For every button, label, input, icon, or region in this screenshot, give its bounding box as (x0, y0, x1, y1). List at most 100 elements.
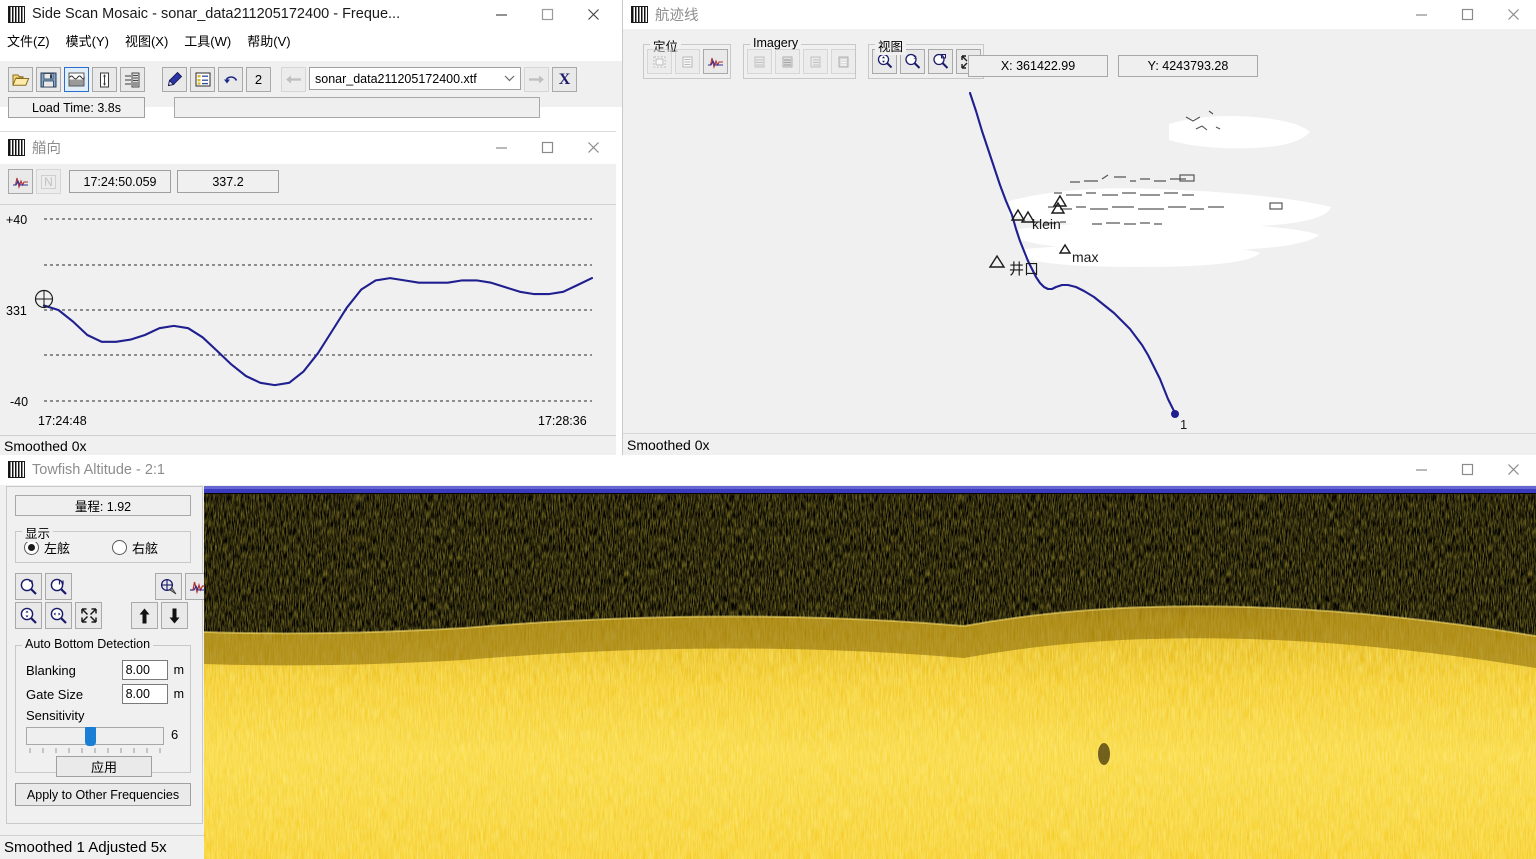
view-group-label: 视图 (875, 36, 907, 55)
heading-titlebar[interactable]: 艏向 (0, 132, 616, 164)
maximize-button[interactable] (524, 132, 570, 163)
arrow-up-icon[interactable] (131, 602, 158, 629)
range-label: 量程: 1.92 (74, 500, 132, 514)
gate-size-value: 8.00 (125, 687, 150, 701)
fit-screen-icon[interactable] (75, 602, 102, 629)
file-select[interactable]: sonar_data211205172400.xtf (309, 67, 521, 90)
menu-item-tools[interactable]: 工具(W) (184, 31, 231, 50)
towfish-tool-row-1 (15, 573, 215, 600)
zoom-window-icon[interactable] (928, 49, 953, 74)
waveform-icon[interactable] (703, 49, 728, 74)
coord-x-value: X: 361422.99 (1000, 59, 1076, 73)
apply-other-frequencies-button[interactable]: Apply to Other Frequencies (15, 783, 191, 806)
close-x-button[interactable]: X (552, 67, 577, 92)
heading-window: 艏向 N 17:24:50.059 337.2 +40 331 -40 17:2… (0, 131, 616, 455)
menu-item-help[interactable]: 帮助(V) (247, 31, 290, 50)
load-time-label: Load Time: 3.8s (32, 100, 121, 115)
open-folder-icon[interactable] (8, 67, 33, 92)
zoom-horizontal-icon[interactable] (15, 573, 42, 600)
close-x-label: X (558, 70, 571, 88)
maximize-button[interactable] (1444, 455, 1490, 484)
heading-chart[interactable]: +40 331 -40 17:24:48 17:28:36 (0, 204, 616, 435)
close-button[interactable] (1490, 0, 1536, 28)
maximize-button[interactable] (524, 0, 570, 28)
heading-statusbar: Smoothed 0x (0, 435, 616, 455)
undo-icon[interactable] (218, 67, 243, 92)
vertical-strip-icon[interactable] (92, 67, 117, 92)
close-button[interactable] (570, 0, 616, 28)
sensitivity-slider-thumb[interactable] (85, 727, 96, 746)
blanking-value: 8.00 (125, 663, 150, 677)
gate-size-label: Gate Size (26, 686, 84, 702)
radio-starboard-dot[interactable] (112, 539, 128, 555)
minimize-button[interactable] (1398, 0, 1444, 28)
waterfall-view-icon[interactable] (64, 67, 89, 92)
imagery-icon-1[interactable] (747, 49, 772, 74)
imagery-icon-4[interactable] (831, 49, 856, 74)
menu-item-mode[interactable]: 模式(Y) (66, 31, 109, 50)
heading-xtick-start: 17:24:48 (38, 414, 87, 428)
coord-y-value: Y: 4243793.28 (1147, 59, 1229, 73)
heading-ytick-mid: 331 (6, 304, 27, 318)
gate-size-input[interactable]: 8.00 (121, 684, 168, 704)
frequency-count-label: 2 (254, 72, 263, 87)
mosaic-titlebar[interactable]: Side Scan Mosaic - sonar_data21120517240… (0, 0, 616, 29)
pen-icon[interactable] (162, 67, 187, 92)
heading-window-title: 艏向 (32, 141, 61, 157)
zoom-vertical-icon[interactable] (15, 602, 42, 629)
arrow-right-icon[interactable] (524, 67, 549, 92)
menu-item-file[interactable]: 文件(Z) (7, 31, 50, 50)
mosaic-statusrow: Load Time: 3.8s (8, 97, 540, 118)
arrow-left-icon[interactable] (281, 67, 306, 92)
barcode-icon (8, 139, 25, 156)
towfish-status-label: Smoothed 1 Adjusted 5x (4, 839, 167, 856)
towfish-control-panel: 量程: 1.92 显示 左舷 右舷 Auto Bottom Detection … (6, 486, 212, 824)
sonar-waterfall-image[interactable] (204, 486, 1536, 859)
chevron-down-icon[interactable] (498, 75, 520, 82)
north-button[interactable]: N (36, 169, 61, 194)
frequency-count-button[interactable]: 2 (246, 67, 271, 92)
apply-button[interactable]: 应用 (56, 756, 152, 777)
heading-value-field: 337.2 (177, 170, 279, 193)
blanking-label: Blanking (26, 662, 76, 678)
apply-other-frequencies-label: Apply to Other Frequencies (26, 787, 180, 802)
barcode-icon (8, 461, 25, 478)
minimize-button[interactable] (478, 132, 524, 163)
heading-time-value: 17:24:50.059 (83, 174, 157, 189)
towfish-titlebar[interactable]: Towfish Altitude - 2:1 (0, 455, 1536, 485)
menu-item-view[interactable]: 视图(X) (125, 31, 168, 50)
locate-list-icon[interactable] (675, 49, 700, 74)
close-button[interactable] (570, 132, 616, 163)
minimize-button[interactable] (478, 0, 524, 28)
coord-y-field: Y: 4243793.28 (1118, 55, 1258, 77)
view-group: 视图 ± (868, 36, 984, 79)
imagery-group-label: Imagery (750, 36, 802, 50)
zoom-width-icon[interactable] (45, 602, 72, 629)
heading-xtick-end: 17:28:36 (538, 414, 587, 428)
heading-toolbar: N 17:24:50.059 337.2 (8, 169, 279, 194)
marker-label-klein: klein (1032, 216, 1061, 232)
towfish-tool-row-2 (15, 602, 191, 629)
minimize-button[interactable] (1398, 455, 1444, 484)
list-icon[interactable] (190, 67, 215, 92)
arrow-down-icon[interactable] (161, 602, 188, 629)
blanking-input[interactable]: 8.00 (121, 660, 168, 680)
imagery-icon-2[interactable] (775, 49, 800, 74)
radio-starboard[interactable]: 右舷 (112, 538, 158, 557)
crosshair-icon[interactable] (155, 573, 182, 600)
imagery-icon-3[interactable] (803, 49, 828, 74)
sensitivity-slider[interactable] (26, 727, 164, 746)
locate-frame-icon[interactable] (647, 49, 672, 74)
track-map-canvas[interactable]: 1 klein max 井口 (624, 89, 1535, 433)
track-titlebar[interactable]: 航迹线 (623, 0, 1536, 29)
maximize-button[interactable] (1444, 0, 1490, 28)
close-button[interactable] (1490, 455, 1536, 484)
mosaic-window-title: Side Scan Mosaic - sonar_data21120517240… (32, 6, 401, 22)
floppy-save-icon[interactable] (36, 67, 61, 92)
file-select-value: sonar_data211205172400.xtf (315, 71, 477, 86)
waveform-icon[interactable] (8, 169, 33, 194)
mosaic-menubar: 文件(Z) 模式(Y) 视图(X) 工具(W) 帮助(V) (0, 29, 616, 51)
layered-strip-icon[interactable] (120, 67, 145, 92)
sensitivity-value: 6 (171, 727, 179, 742)
zoom-window-icon[interactable] (45, 573, 72, 600)
